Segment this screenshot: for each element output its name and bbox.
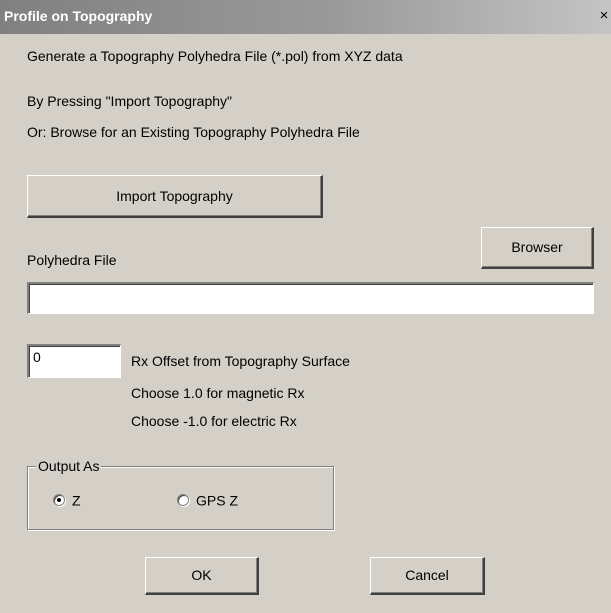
instruction-line-2: By Pressing "Import Topography" [27, 93, 233, 109]
import-topography-button[interactable]: Import Topography [27, 175, 323, 218]
polyhedra-file-input[interactable] [27, 282, 594, 314]
rx-offset-input[interactable] [27, 344, 121, 378]
output-as-legend: Output As [36, 458, 102, 474]
radio-option-z[interactable]: Z [53, 491, 81, 508]
title-bar[interactable]: Profile on Topography × [0, 0, 611, 34]
cancel-button[interactable]: Cancel [370, 557, 485, 595]
polyhedra-file-label: Polyhedra File [27, 252, 117, 268]
close-icon[interactable]: × [597, 7, 611, 25]
ok-button[interactable]: OK [145, 557, 259, 595]
window-title: Profile on Topography [4, 8, 153, 24]
output-as-group: Output As Z GPS Z [27, 458, 334, 530]
instruction-line-3: Or: Browse for an Existing Topography Po… [27, 124, 360, 140]
instruction-line-1: Generate a Topography Polyhedra File (*.… [27, 48, 403, 64]
radio-option-z-label: Z [72, 492, 81, 509]
browser-button[interactable]: Browser [481, 227, 594, 269]
dialog-window: Profile on Topography × Generate a Topog… [0, 0, 611, 613]
radio-option-gps-z-label: GPS Z [196, 492, 239, 509]
rx-offset-hint-magnetic: Choose 1.0 for magnetic Rx [131, 385, 305, 401]
radio-selected-icon[interactable] [53, 494, 65, 507]
rx-offset-hint-electric: Choose -1.0 for electric Rx [131, 413, 297, 429]
radio-unselected-icon[interactable] [177, 494, 189, 507]
rx-offset-label: Rx Offset from Topography Surface [131, 353, 350, 369]
radio-option-gps-z[interactable]: GPS Z [177, 491, 238, 508]
